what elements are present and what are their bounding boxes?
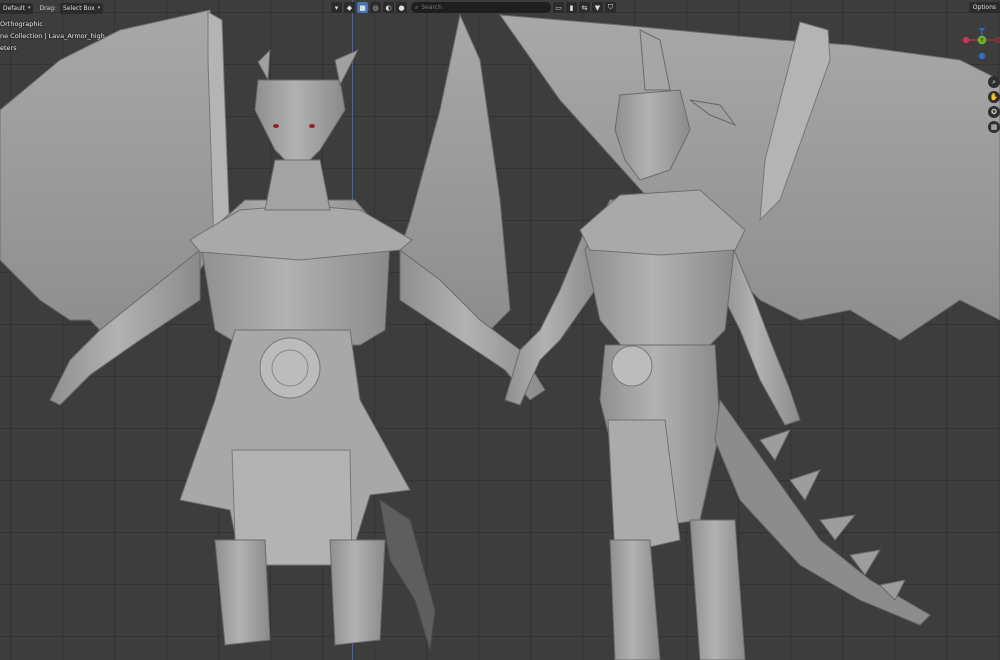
wireframe-icon[interactable]: ◎ (370, 2, 381, 13)
chevron-down-icon[interactable]: ▾ (331, 2, 342, 13)
navigation-gizmo[interactable]: Y (960, 25, 1000, 68)
dragon-front-view (0, 9, 546, 651)
bookmark-icon[interactable]: ▮ (566, 2, 577, 13)
search-icon: ⌕ (415, 3, 419, 11)
workspace-label: Default (3, 4, 25, 12)
hand-icon[interactable]: ✋ (988, 91, 1000, 103)
chevron-down-icon: ▾ (97, 5, 101, 11)
filter-icon[interactable]: ▼ (592, 2, 603, 13)
scene-render (0, 9, 1000, 660)
camera-icon[interactable]: ✪ (988, 106, 1000, 118)
units-label: eters (0, 44, 17, 52)
shield-icon[interactable]: ⛉ (605, 2, 616, 13)
options-label: Options (972, 4, 996, 11)
drag-select-dropdown[interactable]: Select Box ▾ (60, 2, 104, 14)
overlay-icon[interactable]: ⇆ (579, 2, 590, 13)
viewport-header: Default ▾ Drag: Select Box ▾ ▾ ◆ ■ ◎ ◐ ●… (0, 0, 1000, 16)
dragon-three-quarter-view (498, 14, 1000, 660)
zoom-icon[interactable]: ⌕ (988, 76, 1000, 88)
workspace-dropdown[interactable]: Default ▾ (0, 2, 34, 14)
axis-gizmo-icon: Y (962, 25, 1000, 60)
grid-icon[interactable]: ▦ (988, 121, 1000, 133)
drag-select-value: Select Box (63, 4, 95, 12)
viewport-info-overlay: Orthographic ne Collection | Lava_Armor_… (0, 18, 105, 54)
navigation-tools: ⌕ ✋ ✪ ▦ (988, 76, 1000, 133)
material-icon[interactable]: ◐ (383, 2, 394, 13)
solid-icon[interactable]: ■ (357, 2, 368, 13)
chevron-down-icon: ▾ (27, 5, 31, 11)
search-input[interactable] (421, 4, 542, 11)
collection-name: ne Collection | Lava_Armor_high (0, 32, 105, 40)
toggle-icon[interactable]: ▭ (553, 2, 564, 13)
search-field[interactable]: ⌕ (411, 2, 551, 13)
view-name: Orthographic (0, 20, 43, 28)
viewport-shading-tools: ▾ ◆ ■ ◎ ◐ ● ⌕ ▭ ▮ ⇆ ▼ ⛉ (331, 2, 616, 13)
drag-label: Drag: (39, 4, 57, 12)
rendered-icon[interactable]: ● (396, 2, 407, 13)
display-mode-icon[interactable]: ◆ (344, 2, 355, 13)
3d-viewport[interactable]: Default ▾ Drag: Select Box ▾ ▾ ◆ ■ ◎ ◐ ●… (0, 0, 1000, 660)
options-button[interactable]: Options (968, 2, 1000, 13)
